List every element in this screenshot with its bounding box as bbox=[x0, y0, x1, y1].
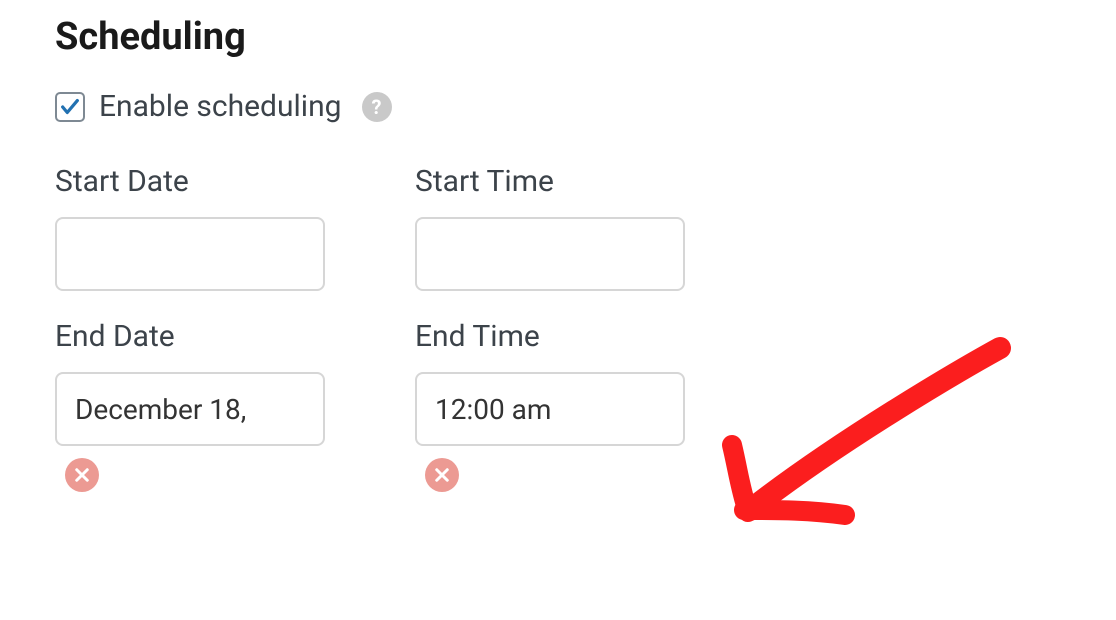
enable-scheduling-row: Enable scheduling ? bbox=[55, 89, 1061, 124]
scheduling-fields: Start Date Start Time End Date End Time bbox=[55, 164, 1061, 492]
end-date-label: End Date bbox=[55, 319, 365, 354]
start-date-field: Start Date bbox=[55, 164, 365, 291]
checkmark-icon bbox=[59, 96, 81, 118]
end-time-input[interactable] bbox=[415, 372, 685, 446]
end-date-input[interactable] bbox=[55, 372, 325, 446]
close-icon bbox=[73, 466, 91, 484]
start-time-label: Start Time bbox=[415, 164, 725, 199]
start-date-input[interactable] bbox=[55, 217, 325, 291]
help-icon[interactable]: ? bbox=[362, 92, 392, 122]
clear-end-date-button[interactable] bbox=[65, 458, 99, 492]
start-time-input[interactable] bbox=[415, 217, 685, 291]
end-date-field: End Date bbox=[55, 319, 365, 492]
enable-scheduling-label: Enable scheduling bbox=[99, 89, 342, 124]
clear-end-time-button[interactable] bbox=[425, 458, 459, 492]
start-date-label: Start Date bbox=[55, 164, 365, 199]
close-icon bbox=[433, 466, 451, 484]
end-time-label: End Time bbox=[415, 319, 725, 354]
end-time-field: End Time bbox=[415, 319, 725, 492]
scheduling-heading: Scheduling bbox=[55, 15, 1061, 59]
enable-scheduling-checkbox[interactable] bbox=[55, 92, 85, 122]
start-time-field: Start Time bbox=[415, 164, 725, 291]
